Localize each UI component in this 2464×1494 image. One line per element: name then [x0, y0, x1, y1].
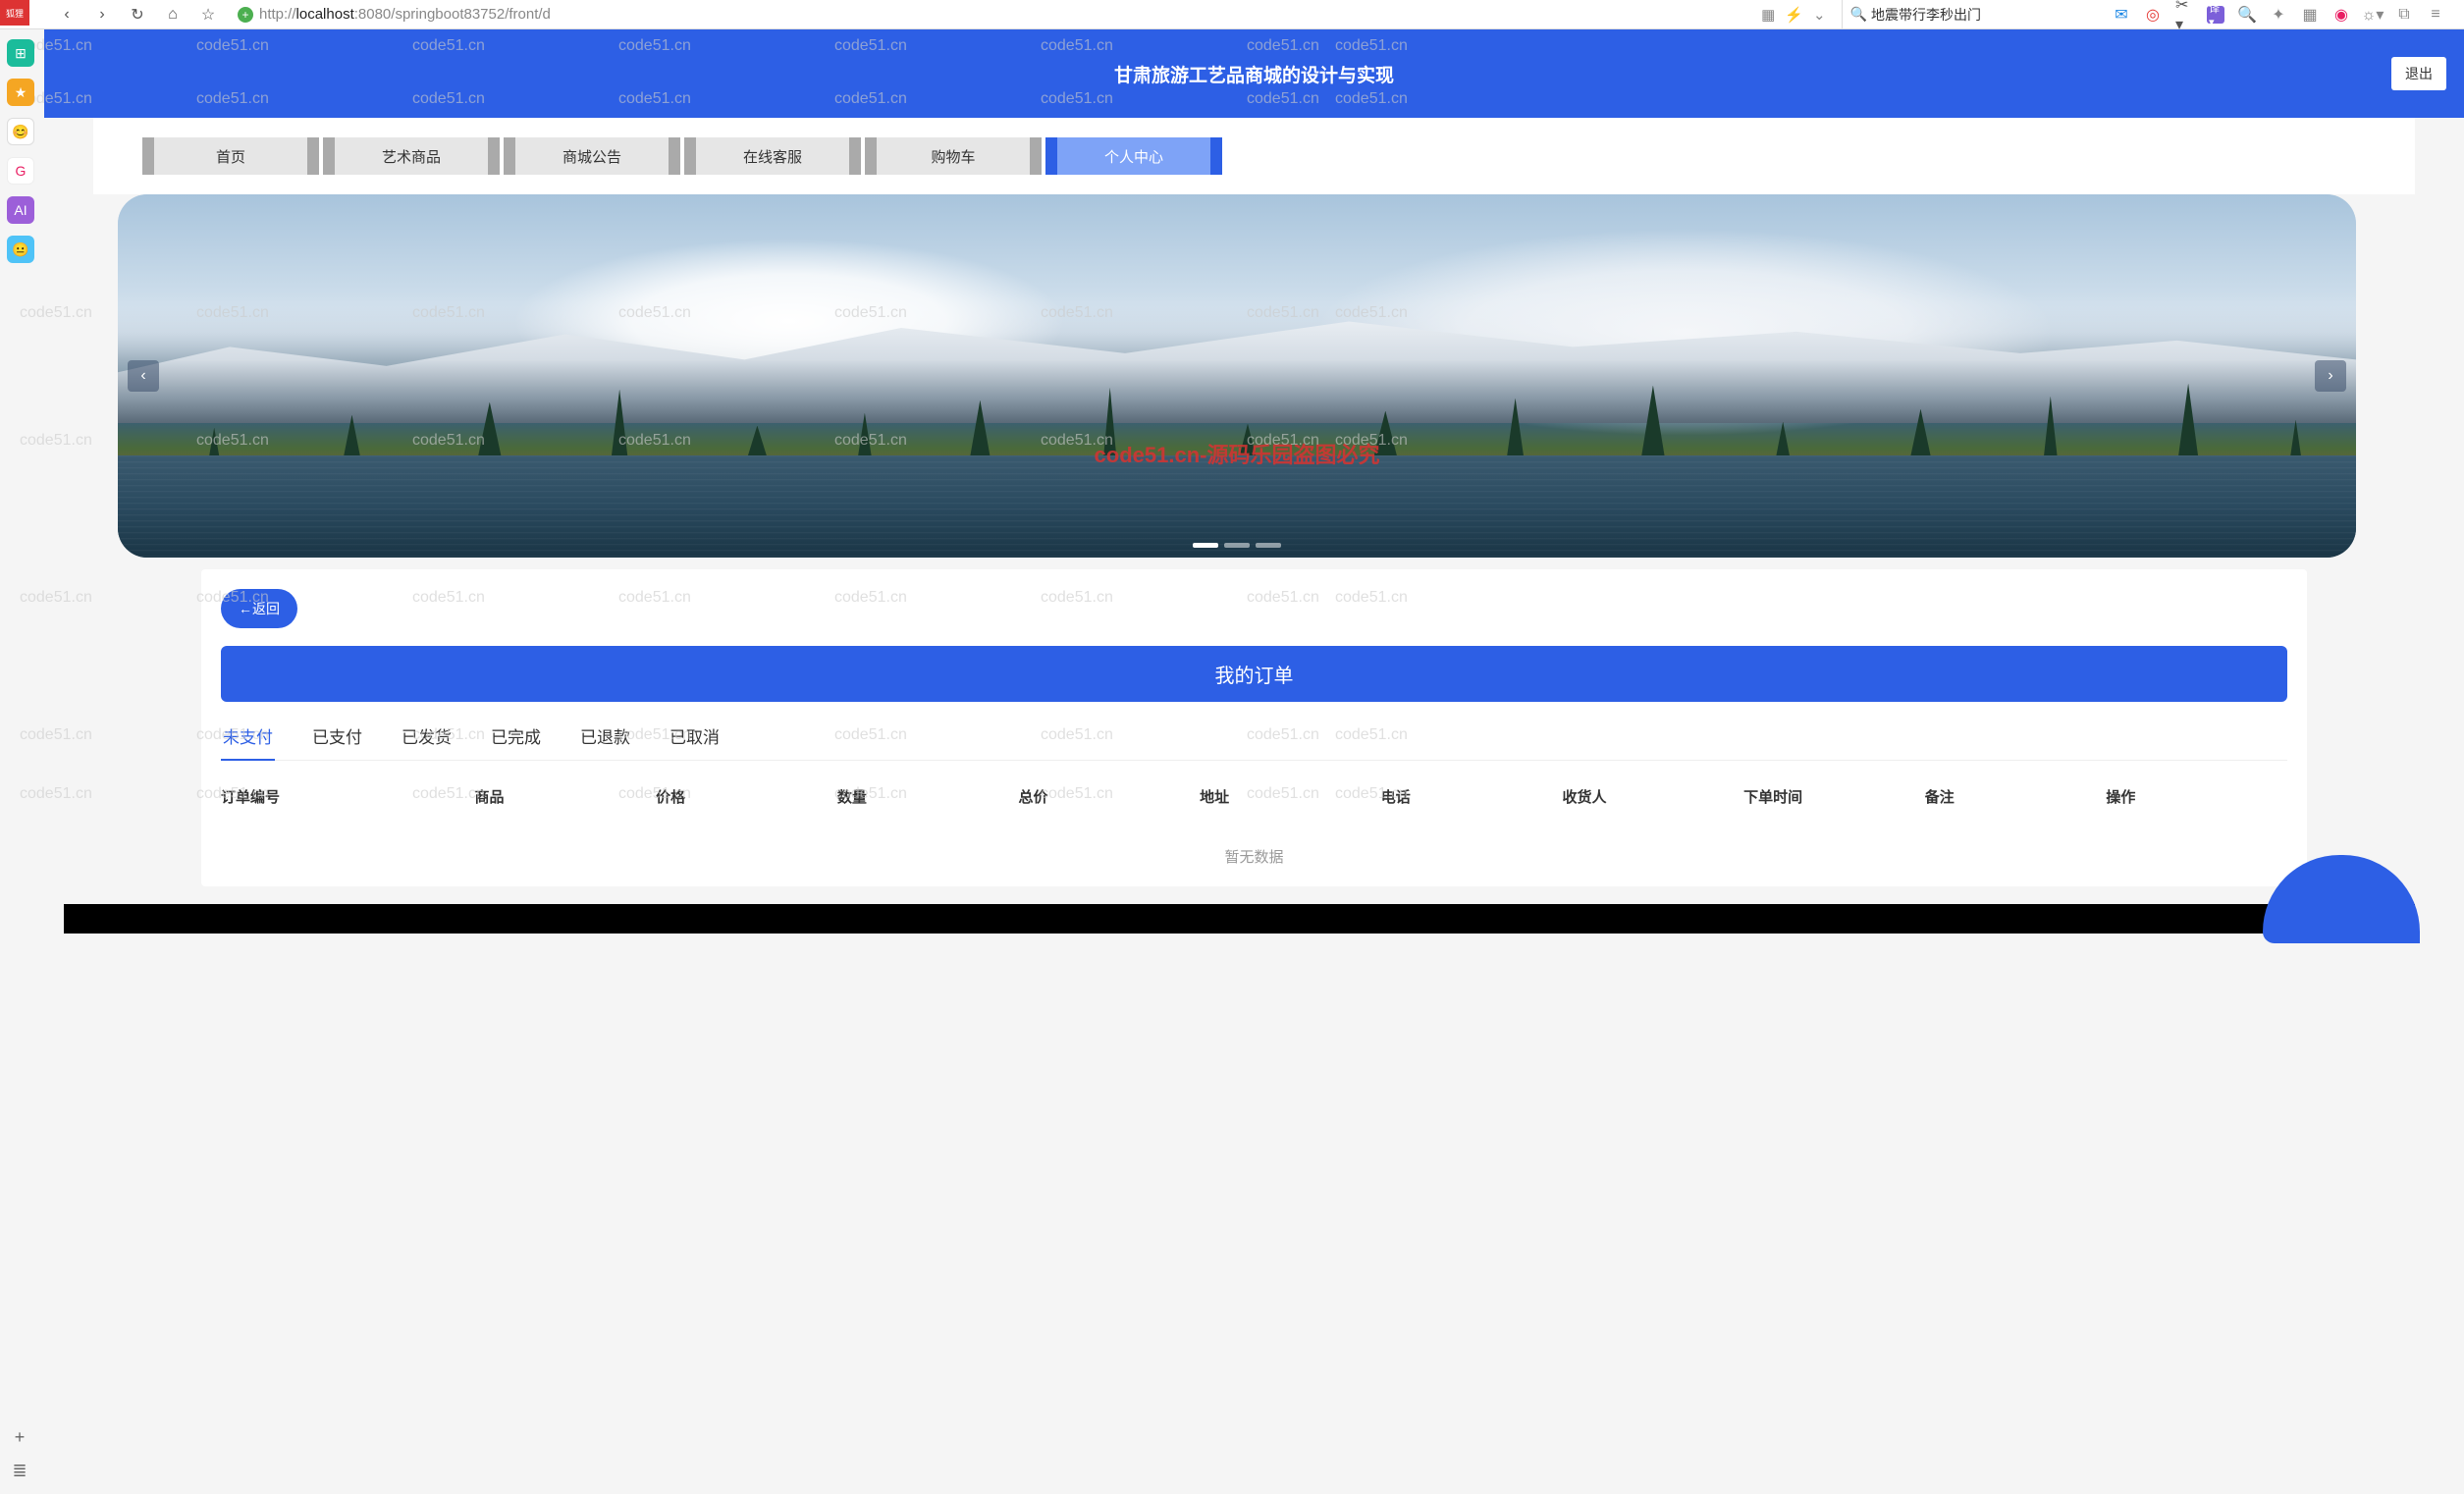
- nav-label: 购物车: [875, 137, 1032, 175]
- column-header: 数量: [837, 786, 1019, 807]
- carousel-dot[interactable]: [1224, 543, 1250, 548]
- carousel-next-icon[interactable]: ›: [2315, 360, 2346, 392]
- order-tab[interactable]: 已支付: [310, 723, 364, 760]
- carousel-dot[interactable]: [1256, 543, 1281, 548]
- brightness-icon[interactable]: ☼▾: [2364, 6, 2382, 24]
- nav-item[interactable]: 首页: [152, 137, 309, 175]
- site-title: 甘肃旅游工艺品商城的设计与实现: [1114, 61, 1394, 87]
- dock-icon-3[interactable]: 😊: [7, 118, 34, 145]
- bottom-dock: + ≣: [8, 1425, 31, 1482]
- carousel-dots: [1193, 543, 1281, 548]
- nav-back-icon[interactable]: ‹: [53, 3, 80, 27]
- plus-icon[interactable]: +: [8, 1425, 31, 1449]
- column-header: 商品: [475, 786, 657, 807]
- order-tab[interactable]: 已完成: [489, 723, 543, 760]
- nav-item[interactable]: 个人中心: [1055, 137, 1212, 175]
- qr-icon[interactable]: ▦: [1761, 6, 1775, 24]
- footer-strip: [64, 904, 2415, 934]
- dock-icon-4[interactable]: G: [7, 157, 34, 185]
- nav-item[interactable]: 购物车: [875, 137, 1032, 175]
- list-icon[interactable]: ≣: [8, 1459, 31, 1482]
- column-header: 下单时间: [1743, 786, 1925, 807]
- weibo-icon[interactable]: ◎: [2144, 6, 2162, 24]
- site-header: 甘肃旅游工艺品商城的设计与实现 退出: [44, 29, 2464, 118]
- left-dock: ⊞ ★ 😊 G AI 😐: [5, 39, 36, 263]
- secure-icon: +: [238, 7, 253, 23]
- dock-icon-2[interactable]: ★: [7, 79, 34, 106]
- nav-item[interactable]: 在线客服: [694, 137, 851, 175]
- order-tabs: 未支付已支付已发货已完成已退款已取消: [221, 723, 2287, 761]
- dock-icon-6[interactable]: 😐: [7, 236, 34, 263]
- order-tab[interactable]: 已发货: [400, 723, 454, 760]
- dock-icon-1[interactable]: ⊞: [7, 39, 34, 67]
- carousel-prev-icon[interactable]: ‹: [128, 360, 159, 392]
- main-nav: 首页艺术商品商城公告在线客服购物车个人中心: [93, 118, 2415, 194]
- nav-item[interactable]: 商城公告: [513, 137, 670, 175]
- watermark: code51.cn: [20, 432, 92, 450]
- url-text: http://localhost:8080/springboot83752/fr…: [259, 6, 551, 23]
- dock-icon-5[interactable]: AI: [7, 196, 34, 224]
- order-tab[interactable]: 已退款: [578, 723, 632, 760]
- column-header: 操作: [2106, 786, 2287, 807]
- puzzle-icon[interactable]: ✦: [2270, 6, 2287, 24]
- column-header: 备注: [1925, 786, 2107, 807]
- scissors-icon[interactable]: ✂▾: [2175, 6, 2193, 24]
- nav-label: 首页: [152, 137, 309, 175]
- browser-badge: 狐狸: [0, 0, 29, 26]
- star-icon[interactable]: ☆: [194, 3, 222, 27]
- nav-forward-icon[interactable]: ›: [88, 3, 116, 27]
- watermark: code51.cn: [20, 785, 92, 803]
- nav-item[interactable]: 艺术商品: [333, 137, 490, 175]
- nav-label: 在线客服: [694, 137, 851, 175]
- column-header: 电话: [1381, 786, 1563, 807]
- watermark: code51.cn: [20, 726, 92, 744]
- empty-message: 暂无数据: [221, 846, 2287, 867]
- banner-watermark: code51.cn-源码乐园盗图必究: [1095, 438, 1380, 469]
- back-button[interactable]: ←返回: [221, 589, 297, 628]
- apps-icon[interactable]: ▦: [2301, 6, 2319, 24]
- address-bar[interactable]: + http://localhost:8080/springboot83752/…: [230, 6, 1834, 24]
- nav-label: 商城公告: [513, 137, 670, 175]
- toolbar-icons: ✉ ◎ ✂▾ 译▾ 🔍 ✦ ▦ ◉ ☼▾ ⧉ ≡: [2103, 6, 2454, 24]
- logout-button[interactable]: 退出: [2391, 57, 2446, 90]
- home-icon[interactable]: ⌂: [159, 3, 187, 27]
- orders-title: 我的订单: [221, 646, 2287, 702]
- orders-panel: ←返回 我的订单 未支付已支付已发货已完成已退款已取消 订单编号商品价格数量总价…: [201, 569, 2307, 886]
- chevron-down-icon[interactable]: ⌄: [1813, 6, 1826, 24]
- bolt-icon[interactable]: ⚡: [1785, 6, 1803, 24]
- menu-icon[interactable]: ≡: [2427, 6, 2444, 24]
- column-header: 地址: [1200, 786, 1381, 807]
- hero-banner: ‹ › code51.cn-源码乐园盗图必究: [118, 194, 2356, 558]
- carousel-dot[interactable]: [1193, 543, 1218, 548]
- search-text: 地震带行李秒出门: [1871, 5, 2087, 25]
- watermark: code51.cn: [20, 589, 92, 607]
- reload-icon[interactable]: ↻: [124, 3, 151, 27]
- nav-label: 个人中心: [1055, 137, 1212, 175]
- order-tab[interactable]: 未支付: [221, 723, 275, 760]
- column-header: 总价: [1018, 786, 1200, 807]
- column-header: 价格: [656, 786, 837, 807]
- browser-search[interactable]: 🔍 地震带行李秒出门: [1842, 0, 2095, 28]
- browser-toolbar: 狐狸 ‹ › ↻ ⌂ ☆ + http://localhost:8080/spr…: [0, 0, 2464, 29]
- translate-icon[interactable]: 译▾: [2207, 6, 2224, 24]
- column-header: 订单编号: [221, 786, 475, 807]
- order-tab[interactable]: 已取消: [668, 723, 722, 760]
- restore-icon[interactable]: ⧉: [2395, 6, 2413, 24]
- search-icon: 🔍: [1850, 6, 1867, 23]
- table-header: 订单编号商品价格数量总价地址电话收货人下单时间备注操作: [221, 786, 2287, 807]
- mail-icon[interactable]: ✉: [2113, 6, 2130, 24]
- nav-label: 艺术商品: [333, 137, 490, 175]
- column-header: 收货人: [1562, 786, 1743, 807]
- ai-icon[interactable]: ◉: [2332, 6, 2350, 24]
- search2-icon[interactable]: 🔍: [2238, 6, 2256, 24]
- watermark: code51.cn: [20, 304, 92, 322]
